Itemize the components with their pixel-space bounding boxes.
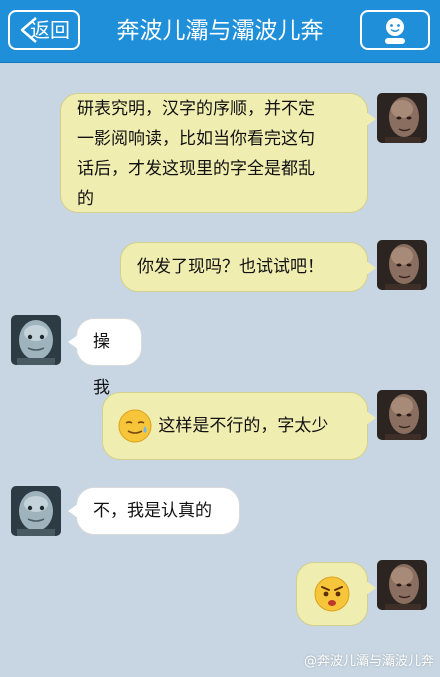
message-bubble-2: 你发了现吗？也试试吧！ [120,242,376,292]
back-arrow-icon [20,17,37,43]
message-bubble-5: 不，我是认真的 [68,487,240,535]
fish-creature-avatar-icon [11,315,61,365]
my-avatar[interactable] [377,390,427,440]
message-bubble-4: 这样是不行的，字太少 [102,392,376,460]
message-line: 一影阅响读，比如当你看完这句 [77,129,315,149]
message-bubble-6 [296,562,376,626]
chat-title: 奔波儿灞与灞波儿奔 [116,18,324,44]
watermark: @奔波儿灞与灞波儿奔 [303,654,434,669]
message-line: 不，我是认真的 [93,501,212,521]
sweat-smile-emoji [118,409,152,443]
contact-avatar[interactable] [11,486,61,536]
contact-avatar[interactable] [11,315,61,365]
back-button[interactable]: 返回 [8,10,80,50]
fish-creature-avatar-icon [11,486,61,536]
bald-man-avatar-icon [377,93,427,143]
profile-smiley-icon [385,18,405,44]
angry-emoji [314,576,350,612]
bald-man-avatar-icon [377,560,427,610]
message-line: 操我 [93,332,110,398]
message-line: 这样是不行的，字太少 [158,416,329,436]
my-avatar[interactable] [377,560,427,610]
profile-button[interactable] [360,10,430,50]
message-bubble-3: 操我 [68,318,142,398]
message-line: 的 [77,189,94,209]
bald-man-avatar-icon [377,390,427,440]
top-bar: 返回 奔波儿灞与灞波儿奔 [0,0,440,63]
message-line: 研表究明，汉字的序顺，并不定 [77,99,315,119]
my-avatar[interactable] [377,93,427,143]
my-avatar[interactable] [377,240,427,290]
message-line: 话后，才发这现里的字全是都乱 [77,159,315,179]
bald-man-avatar-icon [377,240,427,290]
message-line: 你发了现吗？也试试吧！ [137,257,324,277]
message-bubble-1: 研表究明，汉字的序顺，并不定 一影阅响读，比如当你看完这句 话后，才发这现里的字… [60,93,376,213]
